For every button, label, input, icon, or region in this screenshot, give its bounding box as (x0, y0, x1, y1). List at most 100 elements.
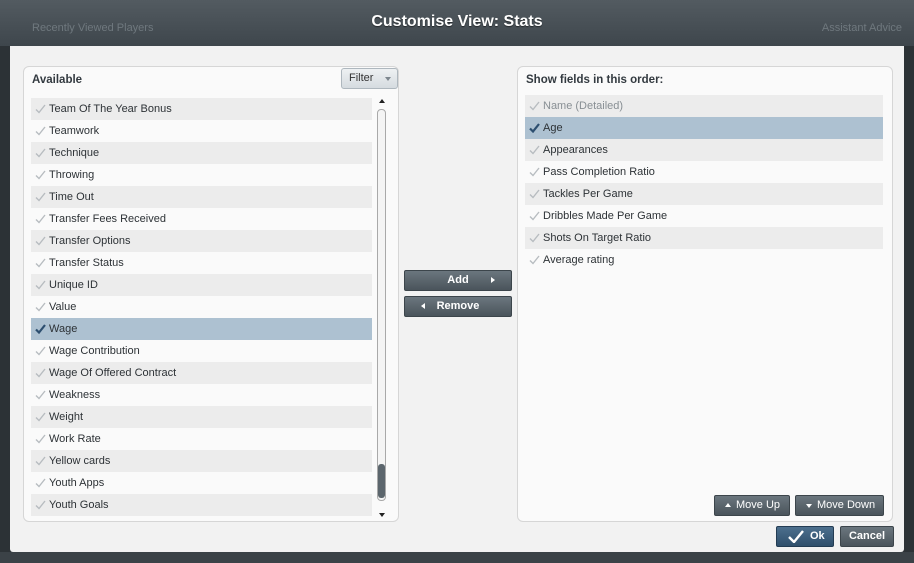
checkmark-icon (35, 500, 46, 510)
scroll-up-icon[interactable] (379, 99, 385, 103)
available-list-item[interactable]: Team Of The Year Bonus (31, 98, 372, 120)
ok-label: Ok (810, 530, 825, 542)
cancel-button[interactable]: Cancel (840, 526, 894, 547)
available-list-item[interactable]: Weight (31, 406, 372, 428)
order-list-item-label: Age (543, 122, 563, 134)
checkmark-icon (35, 258, 46, 268)
available-list-item[interactable]: Weakness (31, 384, 372, 406)
order-list-item[interactable]: Tackles Per Game (525, 183, 883, 205)
arrow-up-icon (725, 503, 731, 507)
available-list-item[interactable]: Youth Apps (31, 472, 372, 494)
checkmark-icon (529, 145, 540, 155)
order-header: Show fields in this order: (526, 74, 664, 86)
arrow-down-icon (806, 504, 812, 508)
checkmark-icon (35, 236, 46, 246)
available-list-item-label: Wage Of Offered Contract (49, 367, 177, 379)
available-list-item[interactable]: Unique ID (31, 274, 372, 296)
checkmark-icon (35, 104, 46, 114)
add-button[interactable]: Add (404, 270, 512, 291)
order-list[interactable]: Name (Detailed) Age Appearances Pass Comple… (525, 95, 883, 271)
order-list-item-label: Tackles Per Game (543, 188, 633, 200)
dialog-title: Customise View: Stats (371, 13, 543, 30)
checkmark-icon (35, 478, 46, 488)
order-list-item-label: Average rating (543, 254, 615, 266)
available-list-item-label: Value (49, 301, 77, 313)
move-down-label: Move Down (817, 499, 876, 511)
available-list-item[interactable]: Teamwork (31, 120, 372, 142)
order-list-item[interactable]: Dribbles Made Per Game (525, 205, 883, 227)
available-list-item-label: Unique ID (49, 279, 98, 291)
checkmark-icon (788, 530, 804, 543)
available-list-item-label: Technique (49, 147, 100, 159)
checkmark-icon (35, 170, 46, 180)
checkmark-icon (35, 302, 46, 312)
remove-button[interactable]: Remove (404, 296, 512, 317)
scroll-thumb[interactable] (378, 464, 385, 498)
checkmark-icon (529, 211, 540, 221)
checkmark-icon (35, 368, 46, 378)
available-list-item[interactable]: Throwing (31, 164, 372, 186)
scroll-track[interactable] (377, 109, 386, 501)
filter-button[interactable]: Filter (341, 68, 398, 89)
order-list-item[interactable]: Pass Completion Ratio (525, 161, 883, 183)
customise-view-dialog: Available Filter Team Of The Year Bonus T… (10, 46, 904, 552)
checkmark-icon (35, 390, 46, 400)
order-list-item[interactable]: Age (525, 117, 883, 139)
checkmark-icon (529, 101, 540, 111)
checkmark-icon (35, 192, 46, 202)
available-header: Available (32, 74, 83, 86)
checkmark-icon (529, 167, 540, 177)
available-panel: Available Filter Team Of The Year Bonus T… (23, 66, 399, 522)
scroll-down-icon[interactable] (379, 513, 385, 517)
arrow-left-icon (421, 303, 425, 309)
ok-button[interactable]: Ok (776, 526, 834, 547)
checkmark-icon (35, 324, 46, 334)
available-list-item-label: Teamwork (49, 125, 100, 137)
checkmark-icon (35, 214, 46, 224)
available-list-item-label: Wage Contribution (49, 345, 140, 357)
available-list-item-label: Weight (49, 411, 84, 423)
add-label: Add (447, 274, 469, 286)
arrow-right-icon (491, 277, 495, 283)
move-up-label: Move Up (736, 499, 781, 511)
available-list-item[interactable]: Youth Goals (31, 494, 372, 516)
order-list-item[interactable]: Shots On Target Ratio (525, 227, 883, 249)
available-list-item[interactable]: Wage (31, 318, 372, 340)
available-list-item-label: Throwing (49, 169, 95, 181)
available-list-item-label: Youth Apps (49, 477, 105, 489)
move-up-button[interactable]: Move Up (714, 495, 790, 516)
available-list-item-label: Wage (49, 323, 78, 335)
available-list-item[interactable]: Technique (31, 142, 372, 164)
order-panel: Show fields in this order: Name (Detaile… (517, 66, 893, 522)
checkmark-icon (529, 123, 540, 133)
move-down-button[interactable]: Move Down (795, 495, 884, 516)
checkmark-icon (529, 189, 540, 199)
order-list-item[interactable]: Average rating (525, 249, 883, 271)
order-list-item-label: Pass Completion Ratio (543, 166, 655, 178)
available-list-item[interactable]: Time Out (31, 186, 372, 208)
order-list-item[interactable]: Name (Detailed) (525, 95, 883, 117)
checkmark-icon (35, 126, 46, 136)
order-list-item-label: Appearances (543, 144, 608, 156)
checkmark-icon (529, 255, 540, 265)
available-list-item-label: Transfer Fees Received (49, 213, 166, 225)
checkmark-icon (35, 280, 46, 290)
available-list-item[interactable]: Transfer Status (31, 252, 372, 274)
available-list-item[interactable]: Wage Contribution (31, 340, 372, 362)
available-list-item[interactable]: Wage Of Offered Contract (31, 362, 372, 384)
order-list-item[interactable]: Appearances (525, 139, 883, 161)
checkmark-icon (35, 148, 46, 158)
available-list-item-label: Yellow cards (49, 455, 111, 467)
available-list-item[interactable]: Value (31, 296, 372, 318)
filter-label: Filter (349, 72, 374, 84)
available-list-item[interactable]: Transfer Options (31, 230, 372, 252)
available-list-item[interactable]: Work Rate (31, 428, 372, 450)
checkmark-icon (35, 434, 46, 444)
cancel-label: Cancel (848, 530, 886, 542)
available-list-item[interactable]: Transfer Fees Received (31, 208, 372, 230)
available-scrollbar[interactable] (376, 97, 388, 517)
available-list[interactable]: Team Of The Year Bonus Teamwork Technique T… (31, 98, 372, 516)
available-list-item[interactable]: Yellow cards (31, 450, 372, 472)
background-footer (0, 552, 914, 563)
available-list-item-label: Team Of The Year Bonus (49, 103, 172, 115)
